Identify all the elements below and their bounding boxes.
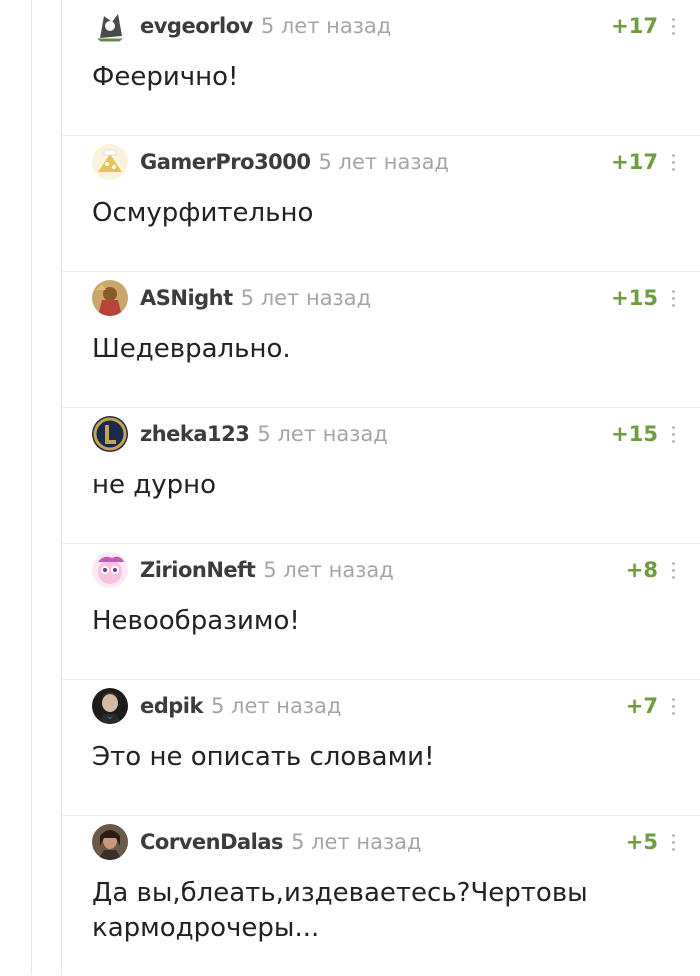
more-options-icon[interactable] bbox=[670, 426, 676, 448]
comment-text: Да вы,блеать,издеваетесь?Чертовы кармодр… bbox=[92, 878, 588, 943]
avatar[interactable] bbox=[92, 8, 128, 44]
username[interactable]: GamerPro3000 5 лет назад bbox=[140, 150, 449, 174]
comment-time: 5 лет назад bbox=[291, 830, 422, 854]
avatar[interactable] bbox=[92, 824, 128, 860]
avatar[interactable] bbox=[92, 280, 128, 316]
more-options-icon[interactable] bbox=[670, 562, 676, 584]
comment-text: не дурно bbox=[92, 470, 217, 500]
comment-list: evgeorlov 5 лет назад +17 Феерично! Gamer… bbox=[62, 0, 700, 976]
comment-rating: +15 bbox=[611, 286, 658, 310]
comment-rating: +5 bbox=[625, 830, 658, 854]
comment: ASNight 5 лет назад +15 Шедеврально. bbox=[62, 272, 700, 408]
avatar[interactable] bbox=[92, 688, 128, 724]
username[interactable]: CorvenDalas 5 лет назад bbox=[140, 830, 422, 854]
comment-time: 5 лет назад bbox=[240, 286, 372, 310]
more-options-icon[interactable] bbox=[670, 290, 676, 312]
comment-text: Невообразимо! bbox=[92, 606, 300, 636]
comment: ZirionNeft 5 лет назад +8 Невообразимо! bbox=[62, 544, 700, 680]
comment-text: Осмурфительно bbox=[92, 198, 314, 228]
username[interactable]: edpik 5 лет назад bbox=[140, 694, 341, 718]
comment-text: Это не описать словами! bbox=[92, 742, 435, 772]
comment-time: 5 лет назад bbox=[263, 558, 394, 582]
comment: edpik 5 лет назад +7 Это не описать слова… bbox=[62, 680, 700, 816]
username[interactable]: evgeorlov 5 лет назад bbox=[140, 14, 391, 38]
comment-header: zheka123 5 лет назад +15 bbox=[92, 416, 700, 452]
comment-rating: +17 bbox=[611, 150, 658, 174]
more-options-icon[interactable] bbox=[670, 834, 676, 856]
thread-line bbox=[31, 0, 32, 975]
avatar[interactable] bbox=[92, 144, 128, 180]
comment-header: ASNight 5 лет назад +15 bbox=[92, 280, 700, 316]
comment-time: 5 лет назад bbox=[257, 422, 388, 446]
avatar[interactable] bbox=[92, 552, 128, 588]
username[interactable]: ZirionNeft 5 лет назад bbox=[140, 558, 394, 582]
comment-rating: +17 bbox=[611, 14, 658, 38]
username[interactable]: zheka123 5 лет назад bbox=[140, 422, 388, 446]
avatar[interactable] bbox=[92, 416, 128, 452]
comment-header: CorvenDalas 5 лет назад +5 bbox=[92, 824, 700, 860]
comment-rating: +7 bbox=[625, 694, 658, 718]
username[interactable]: ASNight 5 лет назад bbox=[140, 286, 371, 310]
comment-time: 5 лет назад bbox=[318, 150, 449, 174]
comment-header: ZirionNeft 5 лет назад +8 bbox=[92, 552, 700, 588]
comment-text: Феерично! bbox=[92, 62, 239, 92]
more-options-icon[interactable] bbox=[670, 18, 676, 40]
comment: GamerPro3000 5 лет назад +17 Осмурфительн… bbox=[62, 136, 700, 272]
more-options-icon[interactable] bbox=[670, 154, 676, 176]
comment-header: GamerPro3000 5 лет назад +17 bbox=[92, 144, 700, 180]
comment-rating: +8 bbox=[625, 558, 658, 582]
comment-header: evgeorlov 5 лет назад +17 bbox=[92, 8, 700, 44]
comment-header: edpik 5 лет назад +7 bbox=[92, 688, 700, 724]
comment: zheka123 5 лет назад +15 не дурно bbox=[62, 408, 700, 544]
comment-text: Шедеврально. bbox=[92, 334, 291, 364]
comment-time: 5 лет назад bbox=[260, 14, 392, 38]
more-options-icon[interactable] bbox=[670, 698, 676, 720]
comment-rating: +15 bbox=[611, 422, 658, 446]
comment: evgeorlov 5 лет назад +17 Феерично! bbox=[62, 0, 700, 136]
comment: CorvenDalas 5 лет назад +5 Да вы,блеать,и… bbox=[62, 816, 700, 976]
comment-time: 5 лет назад bbox=[210, 694, 342, 718]
